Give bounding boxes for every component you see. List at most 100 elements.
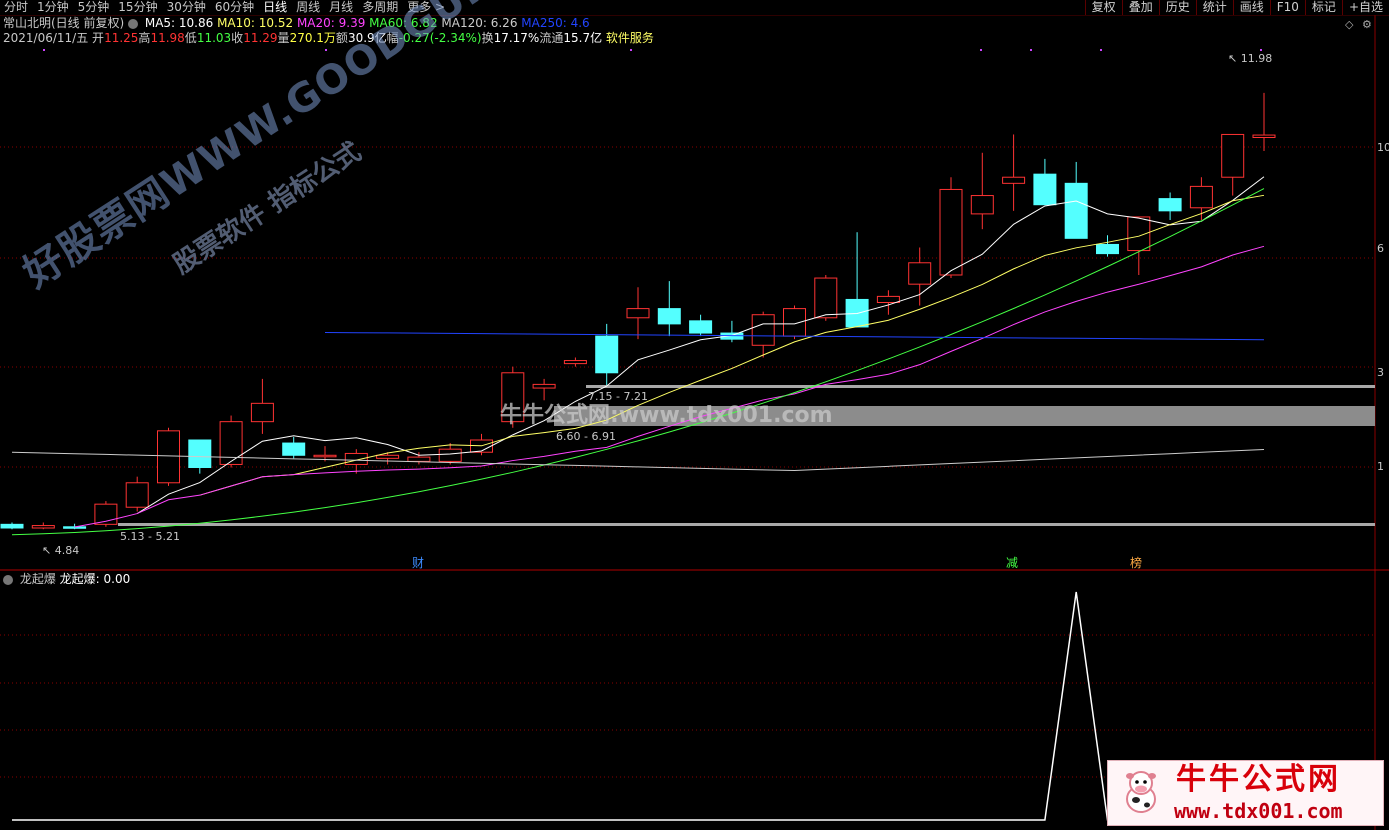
tool-button-4[interactable]: 画线 — [1232, 0, 1270, 15]
quote-value-7: 17.17% — [493, 31, 540, 45]
period-tab-2[interactable]: 5分钟 — [78, 0, 110, 15]
period-tab-4[interactable]: 30分钟 — [167, 0, 206, 15]
candle-body-8 — [250, 402, 274, 423]
ma-legend-item-0: MA5: 10.86 — [144, 16, 218, 30]
tool-button-0[interactable]: 复权 — [1084, 0, 1122, 15]
top-marker-2 — [630, 49, 632, 51]
quote-label-0: 开 — [92, 31, 105, 45]
candle-body-29 — [908, 262, 932, 285]
candle-body-37 — [1158, 198, 1182, 212]
tool-button-7[interactable]: +自选 — [1341, 0, 1389, 15]
indicator-title: 龙起爆 龙起爆: 0.00 — [3, 572, 130, 587]
period-toolbar: 分时 1分钟 5分钟 15分钟 30分钟 60分钟 日线 周线 月线 多周期 更多 > 复权 叠加 历史… — [0, 0, 1389, 15]
quote-value-3: 11.29 — [243, 31, 278, 45]
industry-label[interactable]: 软件服务 — [606, 31, 654, 45]
top-marker-5 — [1100, 49, 1102, 51]
candle-body-28 — [876, 295, 900, 303]
candle-body-35 — [1096, 243, 1119, 255]
quote-value-1: 11.98 — [150, 31, 185, 45]
candle-body-40 — [1252, 134, 1276, 139]
period-tab-7[interactable]: 周线 — [296, 0, 320, 15]
high-price-label: ↖ 11.98 — [1228, 52, 1272, 65]
gap3-label: 5.13 - 5.21 — [120, 530, 180, 543]
candle-body-39 — [1221, 133, 1245, 178]
candle-body-14 — [438, 448, 462, 462]
candle-body-4 — [125, 482, 149, 508]
diamond-icon: ◇ — [1345, 18, 1354, 31]
candle-body-20 — [626, 308, 650, 319]
gap-line-1 — [586, 385, 1375, 388]
candle-body-2 — [63, 526, 87, 529]
period-tab-6[interactable]: 日线 — [263, 0, 287, 15]
cow-logo-icon — [1126, 771, 1156, 813]
candle-body-26 — [814, 277, 838, 319]
stock-name[interactable]: 常山北明(日线 前复权) — [3, 16, 124, 30]
period-tab-5[interactable]: 60分钟 — [215, 0, 254, 15]
ma-legend-item-5: MA250: 4.6 — [521, 16, 590, 30]
top-marker-3 — [980, 49, 982, 51]
period-tab-0[interactable]: 分时 — [4, 0, 28, 15]
period-tab-1[interactable]: 1分钟 — [37, 0, 69, 15]
candle-body-19 — [595, 335, 619, 374]
tool-button-6[interactable]: 标记 — [1304, 0, 1342, 15]
gap-line-3 — [118, 523, 1375, 526]
y-axis-label-1: 6 — [1377, 242, 1384, 255]
y-axis-label-2: 3 — [1377, 366, 1384, 379]
tool-button-3[interactable]: 统计 — [1195, 0, 1233, 15]
quote-label-2: 低 — [184, 31, 197, 45]
quote-value-0: 11.25 — [104, 31, 139, 45]
candle-body-5 — [157, 430, 180, 484]
candle-body-17 — [532, 383, 556, 389]
candle-body-38 — [1189, 185, 1213, 209]
quote-label-3: 收 — [231, 31, 244, 45]
period-tab-8[interactable]: 月线 — [329, 0, 353, 15]
candle-body-25 — [783, 308, 806, 337]
ma-legend-item-1: MA10: 10.52 — [217, 16, 297, 30]
site-logo: 牛牛公式网 www.tdx001.com — [1107, 760, 1384, 826]
candle-body-21 — [657, 308, 681, 325]
logo-url[interactable]: www.tdx001.com — [1174, 799, 1343, 823]
candle-body-32 — [1002, 176, 1026, 184]
y-axis-label-0: 10 — [1377, 141, 1389, 154]
gap2-label: 6.60 - 6.91 — [556, 430, 616, 443]
top-marker-0 — [43, 49, 45, 51]
quote-value-8: 15.7亿 — [563, 31, 603, 45]
ma5-line — [136, 176, 1265, 515]
candle-body-9 — [282, 442, 306, 456]
candle-body-22 — [689, 320, 713, 334]
event-marker-2: 榜 — [1130, 555, 1142, 570]
candle-body-11 — [344, 452, 368, 465]
candle-body-13 — [407, 456, 431, 462]
y-axis-label-3: 1 — [1377, 460, 1384, 473]
event-marker-1: 减 — [1006, 556, 1018, 570]
tool-button-5[interactable]: F10 — [1269, 0, 1305, 15]
candle-body-33 — [1033, 173, 1057, 206]
ma-legend: 常山北明(日线 前复权) MA5: 10.86 MA10: 10.52 MA20… — [3, 16, 590, 31]
ma-settings-icon[interactable] — [128, 18, 139, 29]
candle-body-24 — [751, 314, 775, 346]
indicator-name[interactable]: 龙起爆 — [20, 572, 56, 586]
quote-label-7: 换 — [481, 31, 494, 45]
logo-text-cn: 牛牛公式网 — [1176, 762, 1341, 797]
period-tab-3[interactable]: 15分钟 — [118, 0, 157, 15]
event-marker-0: 财 — [412, 556, 424, 570]
candle-body-30 — [939, 188, 963, 276]
quote-label-4: 量 — [277, 31, 290, 45]
settings-gear-icon: ⚙ — [1362, 18, 1372, 31]
indicator-settings-icon[interactable] — [3, 574, 13, 585]
top-marker-4 — [1030, 49, 1032, 51]
tool-button-1[interactable]: 叠加 — [1121, 0, 1159, 15]
low-price-label: ↖ 4.84 — [42, 544, 79, 557]
candle-body-12 — [376, 454, 400, 459]
candle-body-31 — [970, 195, 994, 215]
quote-label-1: 高 — [138, 31, 151, 45]
tool-button-2[interactable]: 历史 — [1158, 0, 1196, 15]
tool-buttons: 复权 叠加 历史 统计 画线 F10 标记 +自选 — [1084, 0, 1389, 15]
indicator-value: 龙起爆: 0.00 — [59, 572, 131, 586]
candle-body-34 — [1064, 182, 1088, 239]
quote-label-8: 流通 — [539, 31, 564, 45]
top-marker-6 — [1260, 49, 1262, 51]
candle-body-10 — [313, 454, 337, 458]
candle-body-0 — [0, 523, 24, 529]
candle-body-18 — [563, 360, 587, 365]
